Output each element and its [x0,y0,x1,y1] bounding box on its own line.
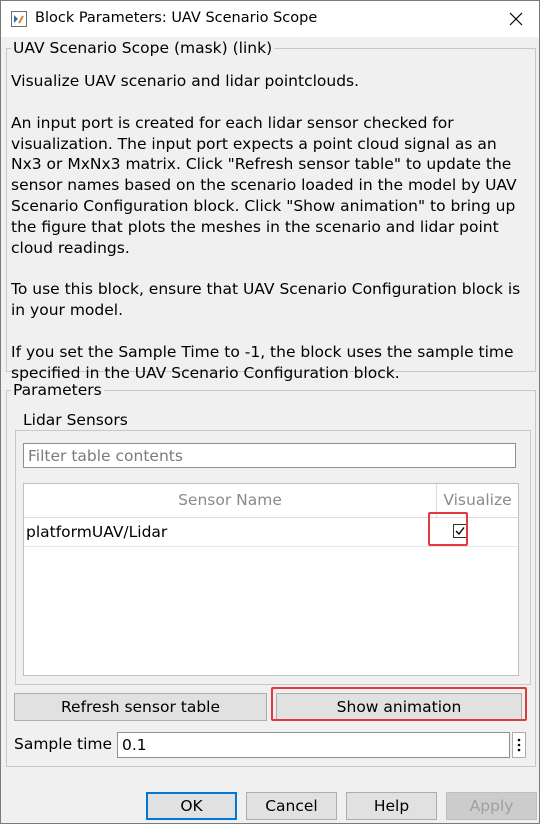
description-paragraph: If you set the Sample Time to -1, the bl… [11,342,514,382]
description-paragraph: To use this block, ensure that UAV Scena… [11,280,521,320]
refresh-sensor-table-button[interactable]: Refresh sensor table [14,693,267,721]
description-paragraph: Visualize UAV scenario and lidar pointcl… [11,72,360,90]
lidar-sensors-legend: Lidar Sensors [21,411,130,429]
help-button[interactable]: Help [346,792,437,820]
column-header-sensor-name[interactable]: Sensor Name [24,484,437,517]
mask-group-legend: UAV Scenario Scope (mask) (link) [11,39,275,57]
apply-button[interactable]: Apply [446,792,537,820]
sensor-name-cell[interactable]: platformUAV/Lidar [26,518,167,546]
parameters-legend: Parameters [11,381,104,399]
title-bar: Block Parameters: UAV Scenario Scope [1,1,539,37]
dialog-window: Block Parameters: UAV Scenario Scope UAV… [0,0,540,824]
filter-table-input-box[interactable] [23,443,516,468]
description-paragraph: An input port is created for each lidar … [11,113,517,257]
mask-description: Visualize UAV scenario and lidar pointcl… [11,71,526,405]
ok-button[interactable]: OK [146,792,237,820]
sample-time-label: Sample time [14,735,113,753]
sensor-table[interactable]: Sensor Name Visualize platformUAV/Lidar [23,483,519,676]
sample-time-input[interactable] [118,733,509,757]
close-icon[interactable] [501,5,531,33]
cancel-button[interactable]: Cancel [246,792,337,820]
simulink-block-icon [11,11,27,27]
filter-table-input[interactable] [24,444,515,467]
window-title: Block Parameters: UAV Scenario Scope [35,10,318,26]
visualize-checkbox-highlight [428,512,468,546]
vertical-ellipsis-icon[interactable] [512,732,526,758]
show-animation-highlight [271,687,527,721]
sample-time-field[interactable] [117,732,510,758]
